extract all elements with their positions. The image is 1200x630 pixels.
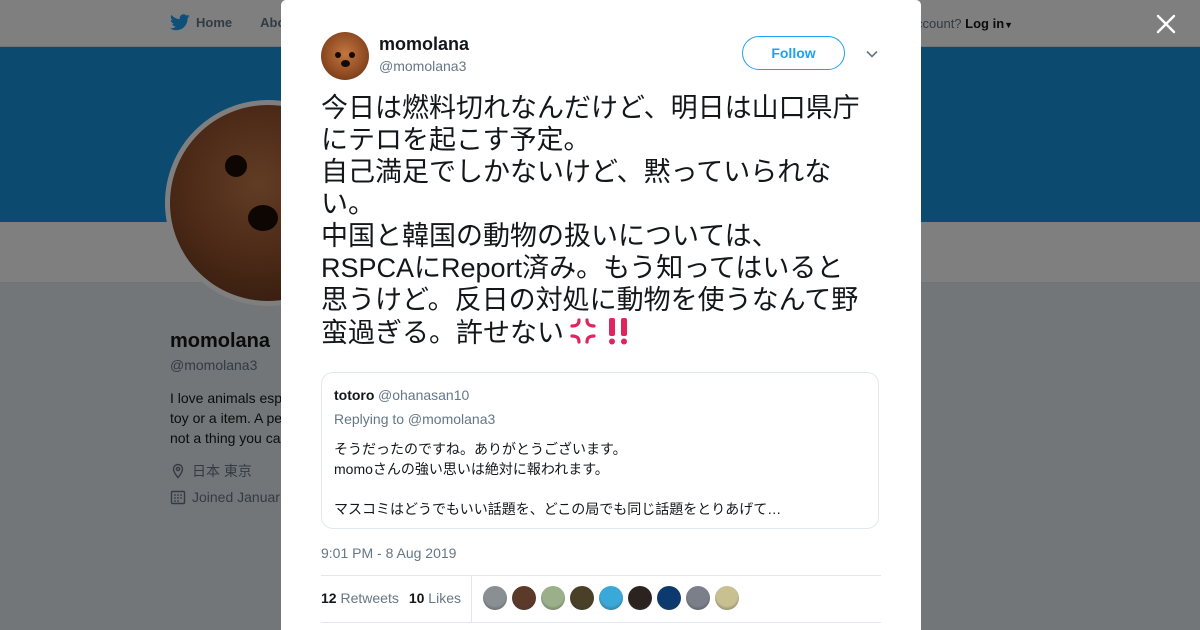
tweet-stats: 12 Retweets 10 Likes [321,590,461,606]
liker-avatar[interactable] [483,586,507,610]
author-name[interactable]: momolana [379,34,469,55]
tweet-modal: momolana @momolana3 Follow 今日は燃料切れなんだけど、… [281,0,921,630]
tweet-text-line: RSPCAにReport済み。もう知ってはいると [321,253,844,283]
liker-avatars [483,586,739,610]
tweet-text-last-line: 蛮過ぎる。許せない [321,316,886,349]
quoted-replying-to: Replying to @momolana3 [334,411,496,427]
quoted-body-line: momoさんの強い思いは絶対に報われます。 [334,461,609,477]
author-avatar[interactable] [321,32,369,80]
anger-symbol-icon [570,318,596,344]
chevron-down-icon [866,50,878,58]
quoted-body-line: マスコミはどうでもいい話題を、どこの局でも同じ話題をとりあげて… [334,501,782,517]
close-icon [1156,14,1176,34]
liker-avatar[interactable] [599,586,623,610]
tweet-text-line: 蛮過ぎる。許せない [321,318,564,348]
quoted-author-name: totoro [334,387,375,403]
tweet-text: 今日は燃料切れなんだけど、明日は山口県庁 にテロを起こす予定。 自己満足でしかな… [321,92,886,349]
stats-divider [471,576,472,622]
liker-avatar[interactable] [657,586,681,610]
liker-avatar[interactable] [512,586,536,610]
liker-avatar[interactable] [541,586,565,610]
tweet-text-line: 思うけど。反日の対処に動物を使うなんて野 [321,285,859,315]
retweets-stat[interactable]: 12 Retweets [321,590,399,606]
quoted-author-handle: @ohanasan10 [378,387,470,403]
retweets-count: 12 [321,590,337,606]
tweet-text-line: い。 [321,189,375,219]
double-exclamation-icon [609,318,627,345]
liker-avatar[interactable] [570,586,594,610]
tweet-text-line: 今日は燃料切れなんだけど、明日は山口県庁 [321,93,860,123]
quoted-tweet[interactable]: totoro @ohanasan10 Replying to @momolana… [321,372,879,529]
tweet-timestamp[interactable]: 9:01 PM - 8 Aug 2019 [321,545,456,561]
tweet-text-line: にテロを起こす予定。 [321,125,591,155]
divider [321,622,881,623]
quoted-body-line: そうだったのですね。ありがとうございます。 [334,441,627,457]
close-modal-button[interactable] [1150,8,1182,40]
liker-avatar[interactable] [628,586,652,610]
likes-stat[interactable]: 10 Likes [409,590,461,606]
author-handle[interactable]: @momolana3 [379,58,466,74]
tweet-text-line: 中国と韓国の動物の扱いについては、 [321,221,779,251]
likes-count: 10 [408,590,425,606]
liker-avatar[interactable] [715,586,739,610]
quoted-tweet-body: そうだったのですね。ありがとうございます。 momoさんの強い思いは絶対に報われ… [334,439,864,519]
liker-avatar[interactable] [686,586,710,610]
follow-button[interactable]: Follow [742,36,845,70]
retweets-label: Retweets [340,590,399,606]
divider [321,575,881,576]
tweet-text-line: 自己満足でしかないけど、黙っていられな [321,157,832,187]
more-options-button[interactable] [864,47,880,59]
likes-label: Likes [428,590,461,606]
quoted-body-line [334,479,864,499]
